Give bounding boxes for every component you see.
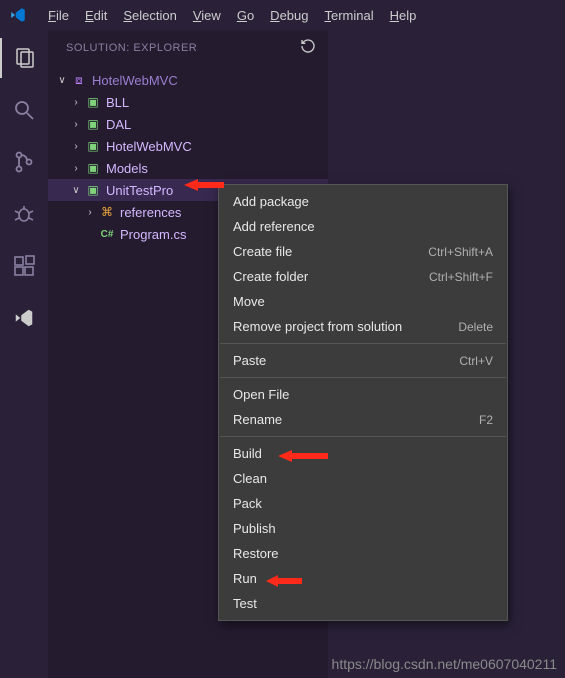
context-menu-shortcut: Ctrl+Shift+F [429,270,493,284]
references-icon: ⌘ [98,205,116,219]
context-menu-separator [220,343,506,344]
chevron-right-icon: › [68,163,84,174]
tree-folder-dal[interactable]: › ▣ DAL [48,113,328,135]
chevron-right-icon: › [82,207,98,218]
context-menu-item-label: Run [233,571,257,586]
context-menu-item-label: Add reference [233,219,315,234]
project-icon: ▣ [84,117,102,131]
tree-label: BLL [106,95,129,110]
context-menu-item-add-package[interactable]: Add package [219,189,507,214]
tree-label: references [120,205,181,220]
csharp-file-icon: C# [98,229,116,240]
context-menu-item-publish[interactable]: Publish [219,516,507,541]
refresh-icon[interactable] [300,38,316,57]
tree-folder-models[interactable]: › ▣ Models [48,157,328,179]
menu-edit[interactable]: Edit [77,4,115,27]
context-menu-item-label: Build [233,446,262,461]
context-menu-item-label: Restore [233,546,279,561]
app-logo-icon [8,5,28,25]
context-menu-item-run[interactable]: Run [219,566,507,591]
activity-search-icon[interactable] [0,90,48,130]
tree-root[interactable]: ∨ ⧈ HotelWebMVC [48,69,328,91]
project-icon: ▣ [84,161,102,175]
context-menu-item-restore[interactable]: Restore [219,541,507,566]
context-menu: Add package Add reference Create file Ctrl+… [218,184,508,621]
tree-label: Models [106,161,148,176]
menubar: FileEditSelectionViewGoDebugTerminalHelp [0,0,565,30]
menu-go[interactable]: Go [229,4,262,27]
activity-extensions-icon[interactable] [0,246,48,286]
context-menu-item-rename[interactable]: Rename F2 [219,407,507,432]
menu-file[interactable]: File [40,4,77,27]
activity-vs-icon[interactable] [0,298,48,338]
sidebar-header: SOLUTION: EXPLORER [48,30,328,65]
context-menu-shortcut: F2 [479,413,493,427]
project-icon: ▣ [84,183,102,197]
activity-explorer-icon[interactable] [0,38,48,78]
context-menu-separator [220,377,506,378]
context-menu-item-label: Create file [233,244,292,259]
tree-label: Program.cs [120,227,186,242]
project-icon: ▣ [84,95,102,109]
activity-source-control-icon[interactable] [0,142,48,182]
context-menu-item-label: Pack [233,496,262,511]
context-menu-item-clean[interactable]: Clean [219,466,507,491]
project-icon: ▣ [84,139,102,153]
activity-debug-icon[interactable] [0,194,48,234]
tree-label: UnitTestPro [106,183,173,198]
chevron-right-icon: › [68,141,84,152]
menubar-items: FileEditSelectionViewGoDebugTerminalHelp [40,4,424,27]
context-menu-item-paste[interactable]: Paste Ctrl+V [219,348,507,373]
context-menu-item-label: Create folder [233,269,308,284]
tree-folder-bll[interactable]: › ▣ BLL [48,91,328,113]
context-menu-item-add-reference[interactable]: Add reference [219,214,507,239]
context-menu-item-open-file[interactable]: Open File [219,382,507,407]
chevron-down-icon: ∨ [68,185,84,196]
solution-icon: ⧈ [70,73,88,88]
context-menu-item-create-folder[interactable]: Create folder Ctrl+Shift+F [219,264,507,289]
context-menu-item-remove-project-from-solution[interactable]: Remove project from solution Delete [219,314,507,339]
context-menu-item-test[interactable]: Test [219,591,507,616]
context-menu-item-create-file[interactable]: Create file Ctrl+Shift+A [219,239,507,264]
context-menu-shortcut: Ctrl+V [459,354,493,368]
context-menu-item-label: Add package [233,194,309,209]
context-menu-item-build[interactable]: Build [219,441,507,466]
menu-debug[interactable]: Debug [262,4,316,27]
context-menu-item-label: Remove project from solution [233,319,402,334]
chevron-down-icon: ∨ [54,75,70,86]
tree-label: HotelWebMVC [106,139,192,154]
menu-terminal[interactable]: Terminal [316,4,381,27]
tree-label: DAL [106,117,131,132]
context-menu-item-label: Clean [233,471,267,486]
context-menu-separator [220,436,506,437]
context-menu-item-label: Move [233,294,265,309]
context-menu-item-label: Test [233,596,257,611]
watermark-text: https://blog.csdn.net/me0607040211 [332,656,557,672]
activity-bar [0,30,48,678]
menu-selection[interactable]: Selection [115,4,184,27]
chevron-right-icon: › [68,97,84,108]
sidebar-title: SOLUTION: EXPLORER [66,42,197,54]
chevron-right-icon: › [68,119,84,130]
context-menu-item-pack[interactable]: Pack [219,491,507,516]
context-menu-item-label: Open File [233,387,289,402]
context-menu-item-label: Paste [233,353,266,368]
context-menu-item-label: Publish [233,521,276,536]
tree-folder-web[interactable]: › ▣ HotelWebMVC [48,135,328,157]
context-menu-item-move[interactable]: Move [219,289,507,314]
menu-view[interactable]: View [185,4,229,27]
context-menu-shortcut: Ctrl+Shift+A [428,245,493,259]
context-menu-item-label: Rename [233,412,282,427]
menu-help[interactable]: Help [382,4,425,27]
context-menu-shortcut: Delete [458,320,493,334]
tree-label: HotelWebMVC [92,73,178,88]
